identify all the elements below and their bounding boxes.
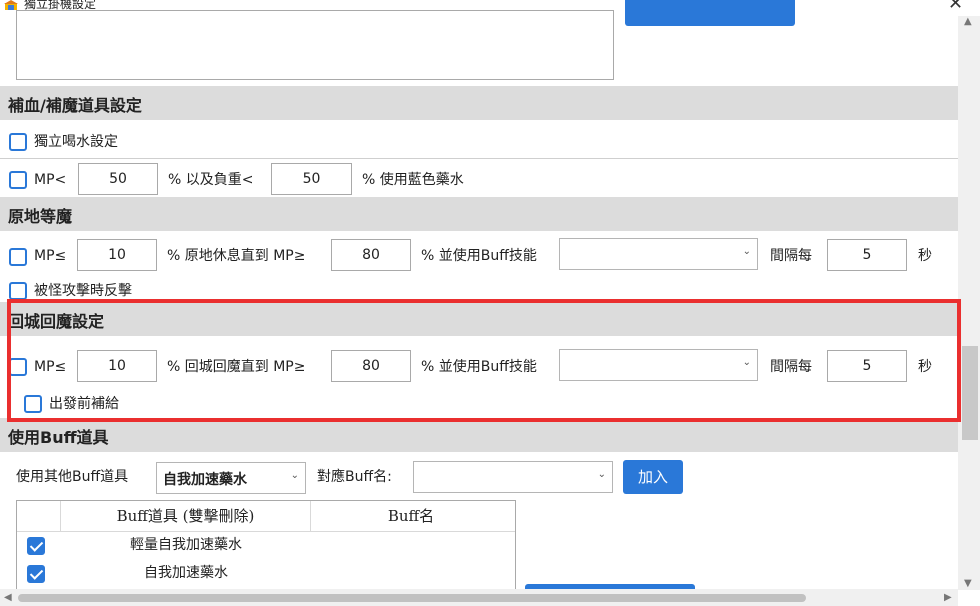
app-icon (4, 0, 18, 10)
scroll-up-icon[interactable]: ▲ (964, 16, 972, 27)
highlight-box (7, 299, 961, 422)
idle-mp-label: MP≤ (34, 248, 67, 264)
section-title: 原地等魔 (8, 207, 73, 226)
idle-buff-label: % 並使用Buff技能 (421, 248, 537, 264)
blue-potion-checkbox[interactable] (9, 171, 27, 189)
idle-rest-label: % 原地休息直到 MP≥ (167, 248, 306, 264)
add-buff-button[interactable]: 加入 (623, 460, 683, 494)
table-header-check (17, 501, 61, 531)
idle-target-input[interactable]: 80 (331, 239, 411, 271)
section-idle: 原地等魔 (0, 197, 958, 231)
counterattack-checkbox[interactable] (9, 282, 27, 300)
idle-unit-label: 秒 (918, 248, 932, 264)
section-buff-items: 使用Buff道具 (0, 418, 958, 452)
close-icon[interactable]: ✕ (948, 0, 963, 14)
weight-label: % 以及負重< (168, 172, 254, 188)
scroll-right-icon[interactable]: ▶ (944, 592, 952, 603)
table-header-item[interactable]: Buff道具 (雙擊刪除) (61, 501, 311, 531)
select-value: 自我加速藥水 (163, 472, 247, 488)
mp-label: MP< (34, 172, 67, 188)
independent-drink-checkbox[interactable] (9, 133, 27, 151)
counterattack-label: 被怪攻擊時反擊 (34, 283, 132, 299)
weight-threshold-input[interactable]: 50 (271, 163, 352, 195)
idle-checkbox[interactable] (9, 248, 27, 266)
scroll-down-icon[interactable]: ▼ (964, 578, 972, 589)
section-title: 使用Buff道具 (8, 428, 109, 447)
independent-drink-label: 獨立喝水設定 (34, 134, 118, 150)
idle-mp-input[interactable]: 10 (77, 239, 157, 271)
mp-threshold-input[interactable]: 50 (78, 163, 158, 195)
horizontal-scroll-thumb[interactable] (18, 594, 806, 602)
idle-interval-label: 間隔每 (770, 248, 812, 264)
divider (0, 158, 958, 159)
other-buff-label: 使用其他Buff道具 (16, 469, 129, 485)
row-checkbox[interactable] (27, 537, 45, 555)
idle-interval-input[interactable]: 5 (827, 239, 907, 271)
chevron-down-icon: ⌄ (742, 246, 751, 257)
table-header: Buff道具 (雙擊刪除) Buff名 (17, 501, 515, 532)
chevron-down-icon: ⌄ (597, 469, 606, 480)
section-potion: 補血/補魔道具設定 (0, 86, 958, 120)
vertical-scroll-thumb[interactable] (962, 346, 978, 440)
scroll-left-icon[interactable]: ◀ (4, 592, 12, 603)
buff-name-select[interactable]: ⌄ (413, 461, 613, 493)
chevron-down-icon: ⌄ (290, 470, 299, 481)
vertical-scrollbar[interactable] (958, 16, 980, 590)
table-cell-item[interactable]: 輕量自我加速藥水 (61, 535, 311, 555)
table-cell-item[interactable]: 自我加速藥水 (61, 563, 311, 583)
buff-name-label: 對應Buff名: (317, 469, 392, 485)
idle-buff-select[interactable]: ⌄ (559, 238, 758, 270)
notes-textarea[interactable] (16, 10, 614, 80)
row-checkbox[interactable] (27, 565, 45, 583)
top-action-button[interactable] (625, 0, 795, 26)
other-buff-select[interactable]: 自我加速藥水 ⌄ (156, 462, 306, 494)
use-blue-potion-label: % 使用藍色藥水 (362, 172, 464, 188)
section-title: 補血/補魔道具設定 (8, 96, 142, 115)
table-header-buff[interactable]: Buff名 (311, 501, 511, 531)
